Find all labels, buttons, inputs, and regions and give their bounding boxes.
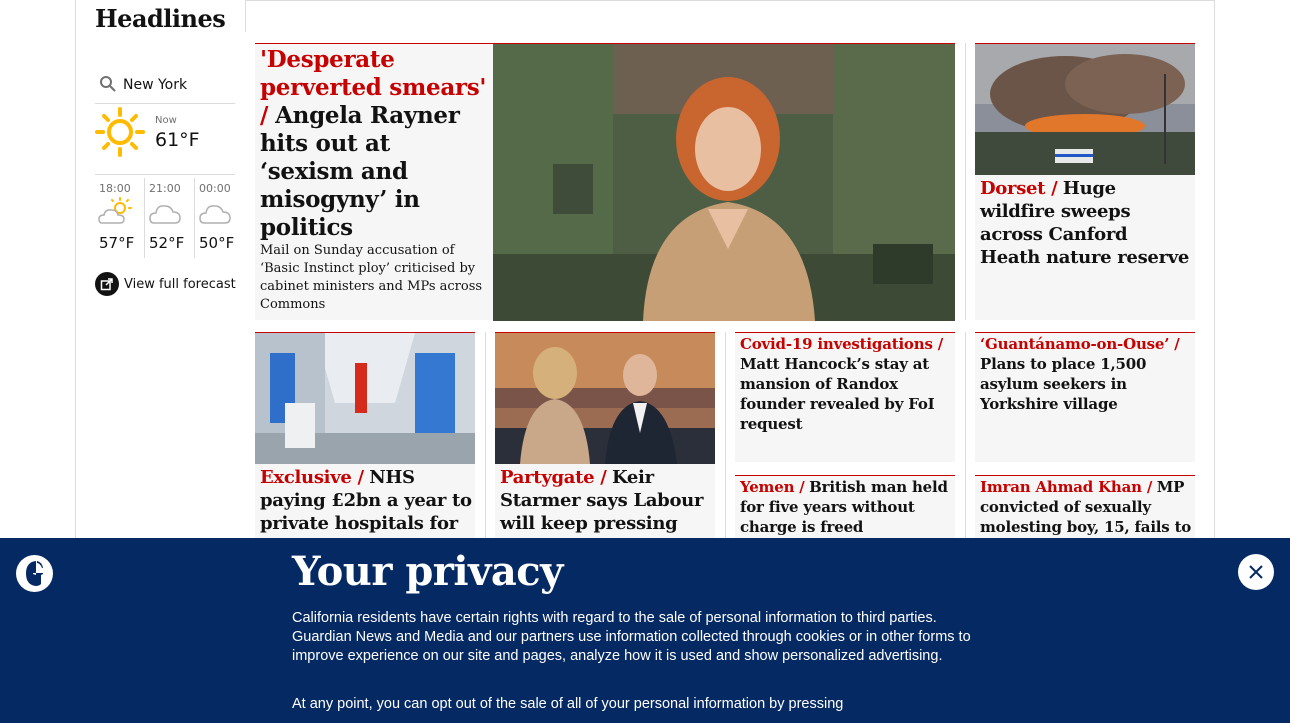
story-headline-link[interactable]: ‘Guantánamo-on-Ouse’ / Plans to place 1,… [980,334,1192,414]
cloud-icon [149,205,181,224]
privacy-title: Your privacy [292,548,563,595]
story-image[interactable] [975,44,1195,175]
sun-icon [95,107,145,157]
forecast-temp: 50°F [199,234,235,252]
privacy-banner: Your privacy California residents have c… [0,538,1290,723]
story-image[interactable] [495,333,715,464]
forecast-item: 18:00 57°F [95,178,145,258]
story-kicker: Yemen / [740,478,805,496]
story-headline-link[interactable]: Exclusive / NHS paying £2bn a year to pr… [260,466,472,535]
main-story-headline[interactable]: 'Desperate perverted smears' / Angela Ra… [260,46,488,242]
weather-location-search[interactable]: New York [95,66,235,104]
story-card[interactable]: Exclusive / NHS paying £2bn a year to pr… [255,332,475,552]
search-icon [95,71,123,99]
story-card[interactable]: Yemen / British man held for five years … [735,475,955,545]
privacy-body: California residents have certain rights… [292,610,971,664]
now-label: Now [155,115,177,126]
story-card[interactable]: Imran Ahmad Khan / MP convicted of sexua… [975,475,1195,545]
forecast-time: 00:00 [199,182,231,195]
weather-now: Now 61°F [95,107,235,175]
full-forecast-label: View full forecast [124,276,236,292]
forecast-item: 00:00 50°F [195,178,245,258]
forecast-item: 21:00 52°F [145,178,195,258]
story-headline: Plans to place 1,500 asylum seekers in Y… [980,355,1147,413]
column-divider [965,43,966,320]
story-image[interactable] [255,333,475,464]
guardian-logo-icon [16,555,53,592]
column-divider [965,332,966,542]
external-link-icon [95,272,119,296]
cloud-icon [199,205,231,224]
forecast-time: 21:00 [149,182,181,195]
close-icon [1249,565,1263,579]
story-headline: Angela Rayner hits out at ‘sexism and mi… [260,102,460,241]
forecast-time: 18:00 [99,182,131,195]
partly-cloudy-sun-icon [98,197,132,224]
hourly-forecast: 18:00 57°F 21:00 52°F 00:00 50°F [95,178,245,258]
main-story-card[interactable]: 'Desperate perverted smears' / Angela Ra… [255,43,955,321]
view-full-forecast-link[interactable]: View full forecast [95,272,236,296]
story-card[interactable]: Covid-19 investigations / Matt Hancock’s… [735,332,955,462]
story-kicker: Imran Ahmad Khan / [980,478,1153,496]
story-card[interactable]: ‘Guantánamo-on-Ouse’ / Plans to place 1,… [975,332,1195,462]
story-card[interactable]: Partygate / Keir Starmer says Labour wil… [495,332,715,552]
story-headline-link[interactable]: Dorset / Huge wildfire sweeps across Can… [980,177,1192,269]
close-button[interactable] [1238,554,1274,590]
story-kicker: Partygate / [500,467,607,488]
forecast-temp: 57°F [99,234,135,252]
weather-location: New York [123,76,188,93]
privacy-body-optout: At any point, you can opt out of the sal… [292,696,844,712]
top-rule [245,0,1215,1]
story-image[interactable] [493,44,955,321]
story-kicker: Exclusive / [260,467,364,488]
story-headline-link[interactable]: Imran Ahmad Khan / MP convicted of sexua… [980,477,1192,537]
story-kicker: ‘Guantánamo-on-Ouse’ / [980,335,1180,353]
story-standfirst: Mail on Sunday accusation of ‘Basic Inst… [260,243,483,312]
column-divider [725,332,726,542]
forecast-temp: 52°F [149,234,185,252]
now-temperature: 61°F [155,129,200,151]
column-divider [485,332,486,542]
section-title: Headlines [95,4,226,33]
story-headline: Matt Hancock’s stay at mansion of Randox… [740,355,935,433]
story-kicker: Covid-19 investigations / [740,335,943,353]
story-kicker: Dorset / [980,178,1058,199]
column-divider [245,0,246,32]
story-headline-link[interactable]: Yemen / British man held for five years … [740,477,952,537]
story-card[interactable]: Dorset / Huge wildfire sweeps across Can… [975,43,1195,320]
story-headline-link[interactable]: Partygate / Keir Starmer says Labour wil… [500,466,712,535]
story-headline-link[interactable]: Covid-19 investigations / Matt Hancock’s… [740,334,952,434]
